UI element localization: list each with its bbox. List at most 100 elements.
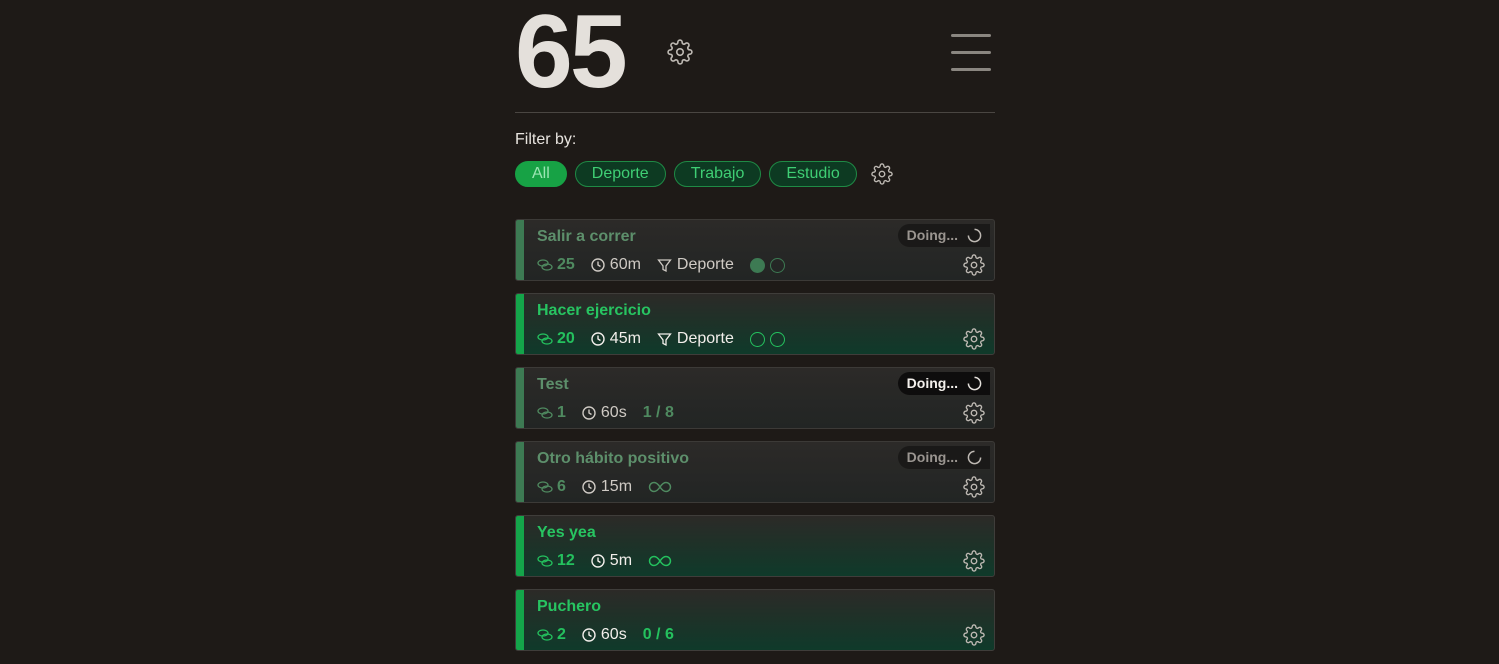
habit-color-bar [516, 516, 524, 576]
habit-meta: 20 45m Deporte [537, 330, 790, 348]
streak: 20 [537, 330, 575, 348]
habit-card[interactable]: Yes yea 12 5m [515, 515, 995, 577]
habit-color-bar [516, 368, 524, 428]
streak-icon [537, 407, 553, 419]
streak-count: 2 [557, 626, 566, 643]
category: Deporte [657, 330, 734, 348]
clock-icon [591, 258, 605, 272]
streak-count: 12 [557, 552, 575, 569]
progress-dots [749, 331, 790, 347]
streak-count: 1 [557, 404, 566, 421]
habit-settings-gear-icon[interactable] [963, 402, 985, 424]
habit-card[interactable]: Test 1 60s 1 / 8 Doing... [515, 367, 995, 429]
habit-settings-gear-icon[interactable] [963, 254, 985, 276]
category: Deporte [657, 256, 734, 274]
duration-value: 5m [609, 552, 633, 569]
habit-settings-gear-icon[interactable] [963, 476, 985, 498]
streak-icon [537, 259, 553, 271]
settings-gear-icon[interactable] [667, 39, 693, 65]
progress-dot-empty [749, 331, 765, 347]
streak-count: 6 [557, 478, 566, 495]
repetition-progress: 1 / 8 [642, 404, 674, 421]
duration-value: 60s [600, 626, 627, 643]
duration-value: 60s [600, 404, 627, 421]
spinner-icon [967, 228, 982, 243]
streak-icon [537, 481, 553, 493]
duration: 5m [591, 552, 632, 570]
streak-icon [537, 555, 553, 567]
duration: 15m [582, 478, 632, 496]
streak: 2 [537, 626, 566, 644]
habit-settings-gear-icon[interactable] [963, 328, 985, 350]
habit-settings-gear-icon[interactable] [963, 624, 985, 646]
doing-badge: Doing... [897, 224, 990, 247]
habit-title: Test [537, 376, 569, 393]
streak: 6 [537, 478, 566, 496]
doing-label: Doing... [906, 375, 958, 391]
duration: 60m [591, 256, 641, 274]
habit-card[interactable]: Otro hábito positivo 6 15m Doing... [515, 441, 995, 503]
habit-card[interactable]: Salir a correr 25 60m Deporte Doing... [515, 219, 995, 281]
streak-icon [537, 629, 553, 641]
clock-icon [591, 332, 605, 346]
habit-card[interactable]: Hacer ejercicio 20 45m Deporte [515, 293, 995, 355]
doing-badge: Doing... [897, 372, 990, 395]
category-label: Deporte [676, 330, 734, 347]
clock-icon [591, 554, 605, 568]
duration: 60s [582, 404, 627, 422]
habit-meta: 12 5m [537, 552, 672, 570]
streak: 25 [537, 256, 575, 274]
duration: 60s [582, 626, 627, 644]
duration-value: 15m [600, 478, 633, 495]
progress-dot-empty [769, 257, 785, 273]
infinite-icon [648, 555, 672, 567]
habit-title: Yes yea [537, 524, 596, 541]
spinner-icon [967, 450, 982, 465]
habit-meta: 1 60s 1 / 8 [537, 404, 674, 422]
spinner-icon [967, 376, 982, 391]
streak-count: 20 [557, 330, 575, 347]
habit-title: Otro hábito positivo [537, 450, 689, 467]
duration: 45m [591, 330, 641, 348]
filter-pill-deporte[interactable]: Deporte [574, 161, 666, 187]
streak-icon [537, 333, 553, 345]
filter-icon [657, 258, 672, 272]
category-label: Deporte [676, 256, 734, 273]
habit-color-bar [516, 294, 524, 354]
clock-icon [582, 628, 596, 642]
app-container: 65 Filter by: All Deporte Trabajo Estudi… [515, 0, 995, 651]
doing-label: Doing... [906, 227, 958, 243]
habit-settings-gear-icon[interactable] [963, 550, 985, 572]
habit-meta: 25 60m Deporte [537, 256, 790, 274]
clock-icon [582, 480, 596, 494]
filter-pill-estudio[interactable]: Estudio [769, 161, 857, 187]
header: 65 [515, 0, 995, 113]
repetition-progress: 0 / 6 [642, 626, 674, 643]
hamburger-menu-icon[interactable] [951, 34, 991, 72]
habit-list: Salir a correr 25 60m Deporte Doing... H… [515, 219, 995, 663]
score-counter: 65 [515, 0, 628, 110]
filter-pill-all[interactable]: All [515, 161, 567, 187]
progress-dots [749, 257, 790, 273]
doing-label: Doing... [906, 449, 958, 465]
filter-label: Filter by: [515, 131, 577, 148]
infinite-icon [648, 481, 672, 493]
habit-color-bar [516, 442, 524, 502]
duration-value: 60m [609, 256, 641, 273]
habit-card[interactable]: Puchero 2 60s 0 / 6 [515, 589, 995, 651]
habit-color-bar [516, 220, 524, 280]
habit-meta: 6 15m [537, 478, 672, 496]
filter-icon [657, 332, 672, 346]
streak: 1 [537, 404, 566, 422]
habit-title: Salir a correr [537, 228, 636, 245]
filter-pill-trabajo[interactable]: Trabajo [673, 161, 762, 187]
clock-icon [582, 406, 596, 420]
doing-badge: Doing... [897, 446, 990, 469]
duration-value: 45m [609, 330, 641, 347]
filter-settings-gear-icon[interactable] [870, 163, 893, 185]
habit-title: Puchero [537, 598, 602, 615]
filter-bar: All Deporte Trabajo Estudio [515, 161, 893, 187]
progress-dot-filled [749, 257, 765, 273]
habit-title: Hacer ejercicio [537, 302, 651, 319]
habit-color-bar [516, 590, 524, 650]
